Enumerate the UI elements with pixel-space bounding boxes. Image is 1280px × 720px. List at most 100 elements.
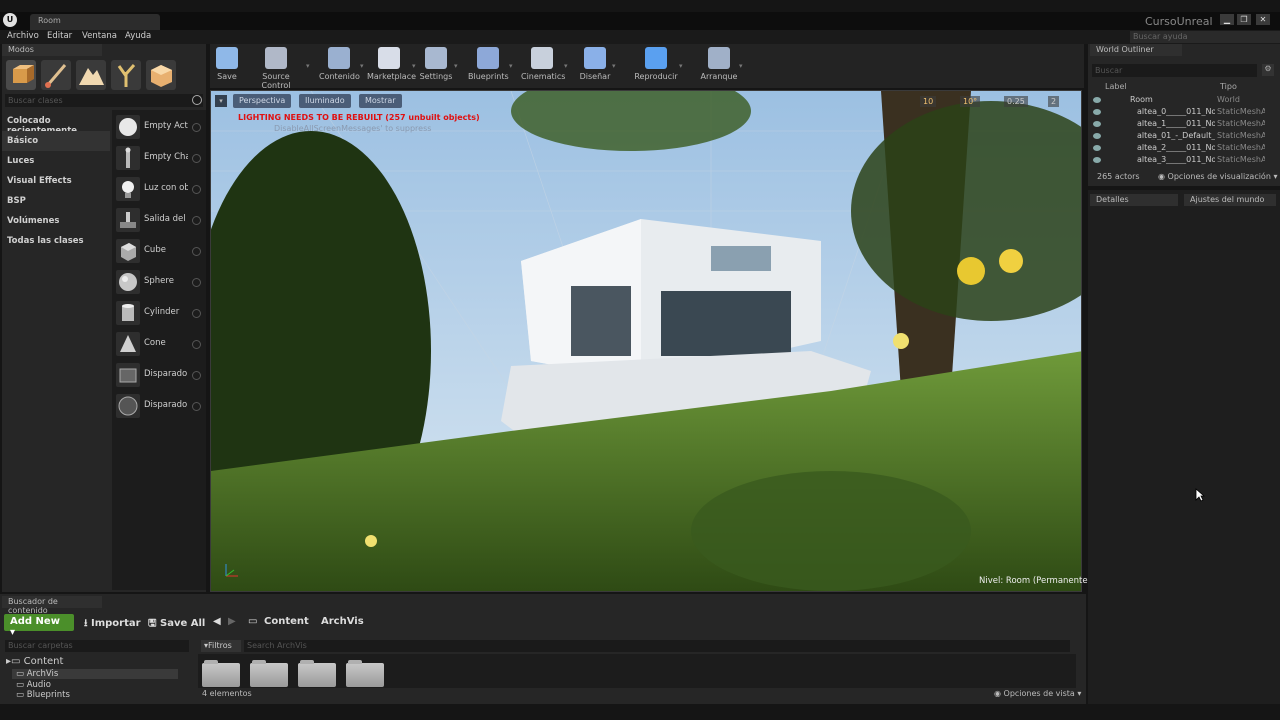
search-classes-input[interactable]: Buscar clases xyxy=(5,94,203,107)
outliner-row[interactable]: altea_0_____011_NoneStaticMeshA xyxy=(1090,107,1272,119)
unreal-logo-icon[interactable]: U xyxy=(3,13,17,27)
outliner-row[interactable]: altea_2_____011_NoneStaticMeshA xyxy=(1090,143,1272,155)
tree-root-content[interactable]: ▸▭ Content xyxy=(6,656,63,667)
close-button[interactable]: ✕ xyxy=(1256,14,1270,25)
category-all-classes[interactable]: Todas las clases xyxy=(2,231,110,251)
menu-editar[interactable]: Editar xyxy=(47,31,72,41)
toolbar-button[interactable]: Cinematics xyxy=(521,45,565,87)
content-browser-tab[interactable]: Buscador de contenido xyxy=(2,596,102,615)
search-folders-input[interactable]: Buscar carpetas xyxy=(5,640,189,652)
save-all-button[interactable]: 🖫 Save All xyxy=(148,616,205,633)
dropdown-arrow-icon[interactable]: ▾ xyxy=(739,62,743,70)
help-search-input[interactable]: Buscar ayuda xyxy=(1130,31,1280,43)
lit-mode-button[interactable]: Iluminado xyxy=(299,94,351,108)
world-settings-tab[interactable]: Ajustes del mundo xyxy=(1184,194,1276,206)
help-icon[interactable] xyxy=(192,247,201,256)
perspective-button[interactable]: Perspectiva xyxy=(233,94,292,108)
camera-speed-value[interactable]: 2 xyxy=(1048,96,1060,107)
menu-ventana[interactable]: Ventana xyxy=(82,31,117,41)
dropdown-arrow-icon[interactable]: ▾ xyxy=(612,62,616,70)
breadcrumb-content[interactable]: Content xyxy=(264,616,309,627)
viewport-options-icon[interactable]: ▾ xyxy=(215,95,227,107)
content-view-options[interactable]: ◉ Opciones de vista ▾ xyxy=(994,689,1081,698)
place-mode-icon[interactable] xyxy=(6,60,36,90)
outliner-settings-icon[interactable]: ⚙ xyxy=(1262,64,1274,76)
category-lights[interactable]: Luces xyxy=(2,151,110,171)
help-icon[interactable] xyxy=(192,278,201,287)
class-item[interactable]: Disparador de caja xyxy=(112,360,206,390)
folder-icon[interactable] xyxy=(346,660,384,687)
category-volumes[interactable]: Volúmenes xyxy=(2,211,110,231)
forward-arrow-icon[interactable]: ▶ xyxy=(228,616,236,627)
class-item[interactable]: Cone xyxy=(112,329,206,359)
visibility-eye-icon[interactable] xyxy=(1093,121,1101,127)
class-item[interactable]: Cylinder xyxy=(112,298,206,328)
class-item[interactable]: Empty Character xyxy=(112,143,206,173)
dropdown-arrow-icon[interactable]: ▾ xyxy=(564,62,568,70)
world-outliner-tab[interactable]: World Outliner xyxy=(1090,44,1182,56)
column-label-header[interactable]: Label xyxy=(1105,82,1127,91)
outliner-row[interactable]: altea_1_____011_NoneStaticMeshA xyxy=(1090,119,1272,131)
outliner-row[interactable]: Room World xyxy=(1090,95,1272,107)
details-tab[interactable]: Detalles xyxy=(1090,194,1178,206)
visibility-eye-icon[interactable] xyxy=(1093,97,1101,103)
menu-ayuda[interactable]: Ayuda xyxy=(125,31,151,41)
help-icon[interactable] xyxy=(192,340,201,349)
category-bsp[interactable]: BSP xyxy=(2,191,110,211)
modes-tab[interactable]: Modos xyxy=(2,44,102,56)
maximize-button[interactable]: ❐ xyxy=(1237,14,1251,25)
help-icon[interactable] xyxy=(192,309,201,318)
dropdown-arrow-icon[interactable]: ▾ xyxy=(454,62,458,70)
import-button[interactable]: ⭳ Importar xyxy=(84,616,141,633)
toolbar-button[interactable]: Contenido xyxy=(319,45,360,87)
toolbar-button[interactable]: Settings xyxy=(419,45,453,87)
outliner-view-options[interactable]: ◉ Opciones de visualización ▾ xyxy=(1158,172,1277,181)
breadcrumb-archvis[interactable]: ArchVis xyxy=(321,616,364,627)
visibility-eye-icon[interactable] xyxy=(1093,109,1101,115)
add-new-button[interactable]: Add New ▾ xyxy=(4,614,74,638)
class-item[interactable]: Salida del jugador xyxy=(112,205,206,235)
menu-archivo[interactable]: Archivo xyxy=(7,31,39,41)
folder-icon[interactable] xyxy=(250,660,288,687)
help-icon[interactable] xyxy=(192,402,201,411)
dropdown-arrow-icon[interactable]: ▾ xyxy=(412,62,416,70)
tree-item-audio[interactable]: ▭ Audio xyxy=(16,680,51,690)
class-item[interactable]: Cube xyxy=(112,236,206,266)
category-basic[interactable]: Básico xyxy=(2,131,110,151)
landscape-mode-icon[interactable] xyxy=(76,60,106,90)
show-button[interactable]: Mostrar xyxy=(359,94,402,108)
class-item[interactable]: Luz con objetivo xyxy=(112,174,206,204)
category-recent[interactable]: Colocado recientemente xyxy=(2,111,110,136)
grid-snap-value[interactable]: 10 xyxy=(920,96,937,107)
outliner-row[interactable]: altea_01_-_Default_01StaticMeshA xyxy=(1090,131,1272,143)
class-item[interactable]: Disparador de esfera xyxy=(112,391,206,421)
geometry-mode-icon[interactable] xyxy=(146,60,176,90)
help-icon[interactable] xyxy=(192,123,201,132)
visibility-eye-icon[interactable] xyxy=(1093,133,1101,139)
class-item[interactable]: Sphere xyxy=(112,267,206,297)
level-viewport[interactable] xyxy=(210,90,1082,592)
help-icon[interactable] xyxy=(192,154,201,163)
dropdown-arrow-icon[interactable]: ▾ xyxy=(306,62,310,70)
help-icon[interactable] xyxy=(192,371,201,380)
help-icon[interactable] xyxy=(192,185,201,194)
folder-icon[interactable] xyxy=(298,660,336,687)
back-arrow-icon[interactable]: ◀ xyxy=(213,616,221,627)
minimize-button[interactable]: ▁ xyxy=(1220,14,1234,25)
visibility-eye-icon[interactable] xyxy=(1093,157,1101,163)
dropdown-arrow-icon[interactable]: ▾ xyxy=(509,62,513,70)
class-item[interactable]: Empty Actor xyxy=(112,112,206,142)
foliage-mode-icon[interactable] xyxy=(111,60,141,90)
toolbar-button[interactable]: Diseñar xyxy=(579,45,611,87)
tree-item-blueprints[interactable]: ▭ Blueprints xyxy=(16,690,70,700)
toolbar-button[interactable]: Source Control xyxy=(247,45,305,90)
category-visual-effects[interactable]: Visual Effects xyxy=(2,171,110,191)
toolbar-button[interactable]: Reproducir xyxy=(634,45,678,87)
outliner-row[interactable]: altea_3_____011_NoneStaticMeshA xyxy=(1090,155,1272,167)
rotation-snap-value[interactable]: 10° xyxy=(960,96,981,107)
outliner-search-input[interactable]: Buscar xyxy=(1092,64,1257,77)
folder-icon[interactable] xyxy=(202,660,240,687)
filters-dropdown[interactable]: ▾Filtros xyxy=(201,640,241,652)
tree-item-archvis[interactable]: ▭ ArchVis xyxy=(12,669,178,679)
toolbar-button[interactable]: Save xyxy=(215,45,239,87)
